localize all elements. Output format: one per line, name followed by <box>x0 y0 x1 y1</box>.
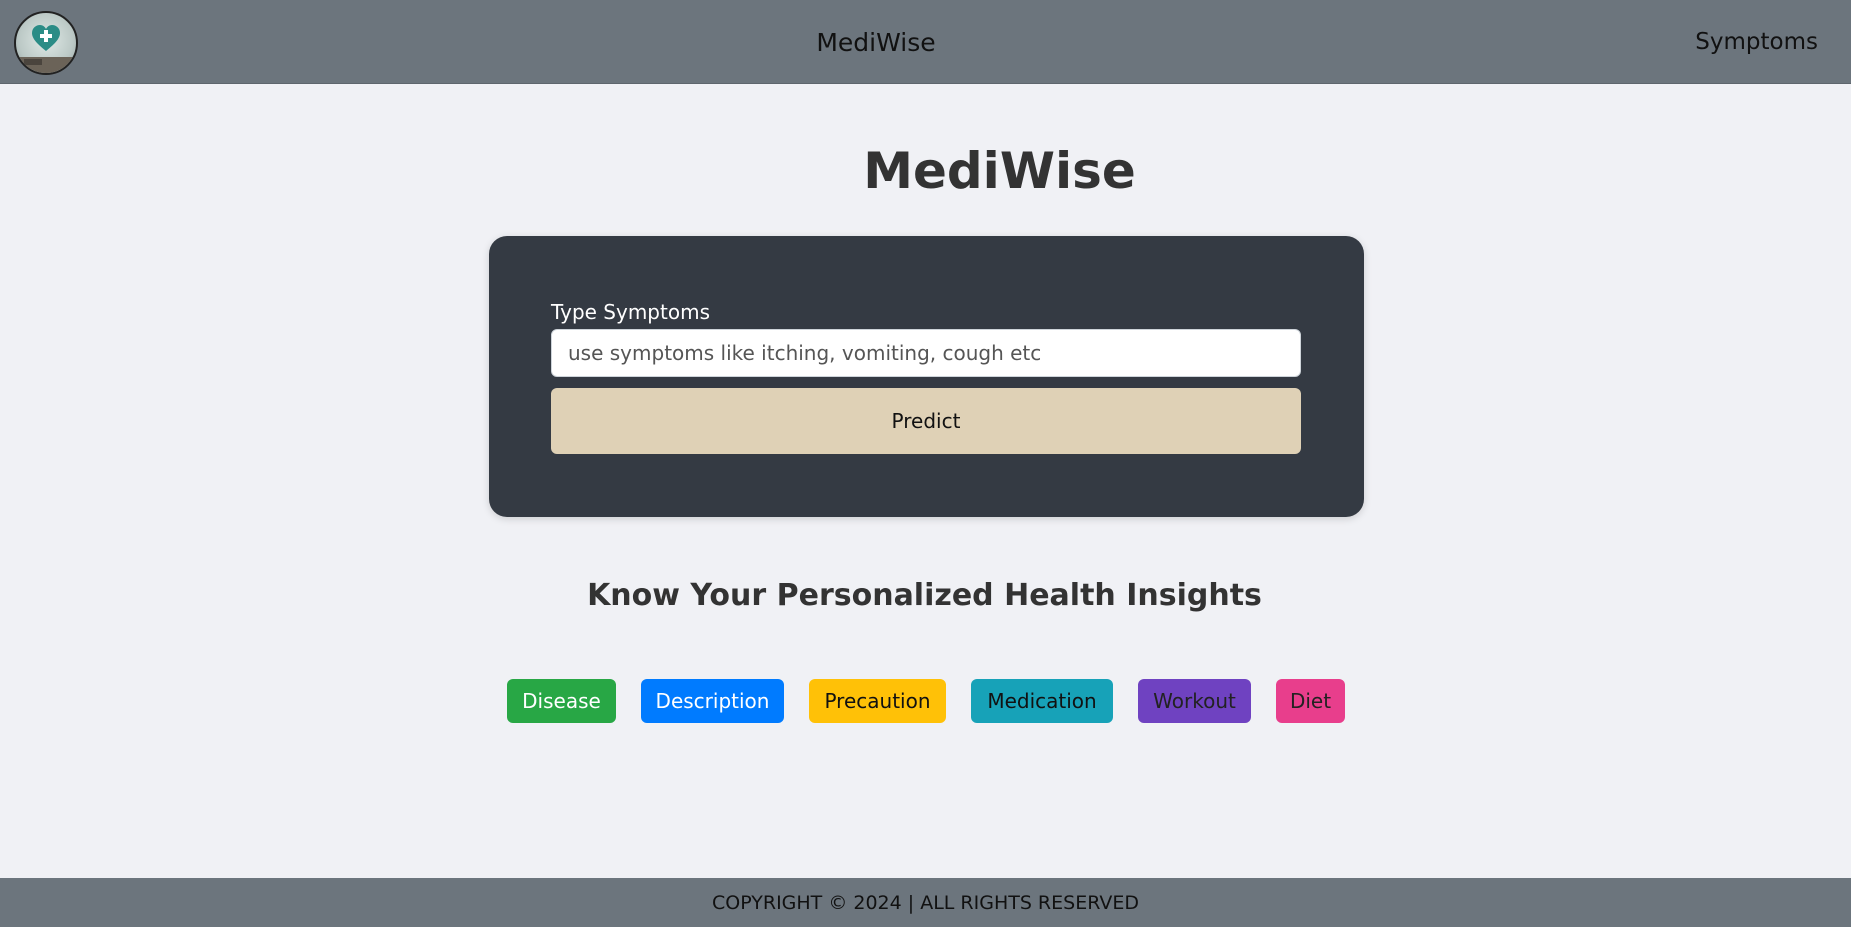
diet-button[interactable]: Diet <box>1276 679 1345 723</box>
nav-link-symptoms[interactable]: Symptoms <box>1695 0 1818 84</box>
symptoms-input[interactable] <box>551 329 1301 377</box>
navbar: MediWise Symptoms <box>0 0 1851 84</box>
predict-button[interactable]: Predict <box>551 388 1301 454</box>
page-title-wrap: MediWise <box>0 142 1851 200</box>
description-button[interactable]: Description <box>641 679 784 723</box>
disease-button[interactable]: Disease <box>507 679 616 723</box>
navbar-brand-wrap: MediWise <box>0 0 1851 84</box>
medication-button[interactable]: Medication <box>971 679 1113 723</box>
workout-button[interactable]: Workout <box>1138 679 1251 723</box>
symptom-form-card: Type Symptoms Predict <box>489 236 1364 517</box>
navbar-brand[interactable]: MediWise <box>816 28 1034 57</box>
symptoms-label: Type Symptoms <box>551 300 710 324</box>
copyright-text: COPYRIGHT © 2024 | ALL RIGHTS RESERVED <box>712 891 1139 914</box>
insight-buttons: Disease Description Precaution Medicatio… <box>0 679 1851 723</box>
insights-heading: Know Your Personalized Health Insights <box>587 578 1262 613</box>
heart-plus-icon <box>16 25 76 73</box>
page-title: MediWise <box>863 142 1136 200</box>
precaution-button[interactable]: Precaution <box>809 679 946 723</box>
footer: COPYRIGHT © 2024 | ALL RIGHTS RESERVED <box>0 878 1851 927</box>
insights-heading-wrap: Know Your Personalized Health Insights <box>0 578 1851 613</box>
logo[interactable] <box>14 11 78 75</box>
